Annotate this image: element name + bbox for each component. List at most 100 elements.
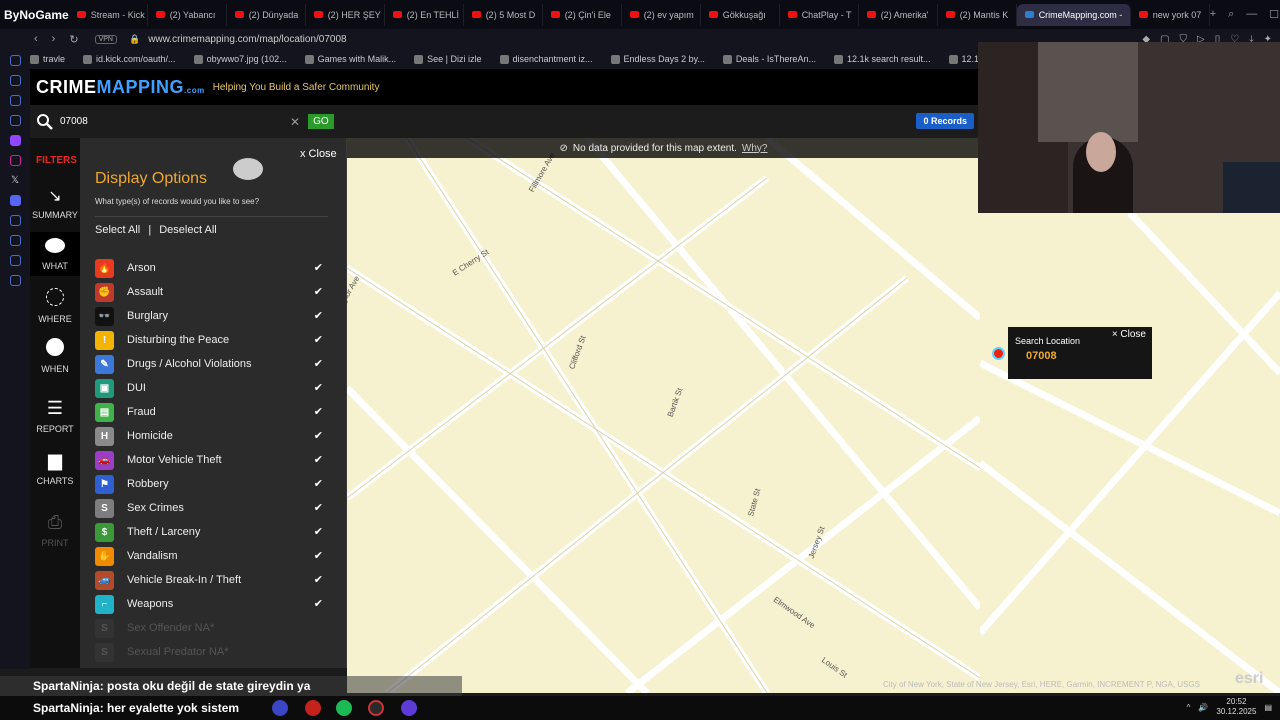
- dock-mail-icon[interactable]: [9, 115, 21, 126]
- forward-icon[interactable]: ›: [52, 33, 56, 46]
- nav-report[interactable]: ☰ REPORT: [30, 398, 80, 438]
- search-tabs-icon[interactable]: ⌕: [1228, 8, 1234, 21]
- tab[interactable]: (2) En TEHLİ: [385, 3, 464, 26]
- dock-instagram-icon[interactable]: [9, 155, 21, 166]
- category-item[interactable]: 👓 Burglary ✔: [95, 304, 328, 328]
- reload-icon[interactable]: ↻: [69, 33, 78, 46]
- category-item[interactable]: H Homicide ✔: [95, 424, 328, 448]
- go-button[interactable]: GO: [308, 114, 334, 129]
- close-panel-button[interactable]: x Close: [300, 148, 337, 160]
- checkmark-icon[interactable]: ✔: [314, 549, 323, 562]
- location-search-input[interactable]: [60, 116, 290, 127]
- nav-where[interactable]: WHERE: [30, 288, 80, 328]
- category-item[interactable]: ✎ Drugs / Alcohol Violations ✔: [95, 352, 328, 376]
- dock-history-icon[interactable]: [9, 215, 21, 226]
- category-item[interactable]: 🔥 Arson ✔: [95, 256, 328, 280]
- minimize-icon[interactable]: —: [1246, 8, 1257, 21]
- clear-search-icon[interactable]: ✕: [290, 115, 300, 129]
- checkmark-icon[interactable]: ✔: [314, 333, 323, 346]
- tab[interactable]: new york 07: [1131, 3, 1210, 26]
- dock-home-icon[interactable]: [9, 55, 21, 66]
- category-item[interactable]: S Sex Offender NA*: [95, 616, 328, 640]
- checkmark-icon[interactable]: ✔: [314, 381, 323, 394]
- checkmark-icon[interactable]: ✔: [314, 261, 323, 274]
- tab[interactable]: Gökkuşağı: [701, 3, 780, 26]
- checkmark-icon[interactable]: ✔: [314, 285, 323, 298]
- notification-icon[interactable]: ▤: [1264, 703, 1272, 712]
- records-count-button[interactable]: 0 Records: [916, 113, 974, 129]
- tab[interactable]: Stream - Kick: [69, 3, 148, 26]
- nav-print[interactable]: ⎙ PRINT: [30, 512, 80, 552]
- deselect-all-link[interactable]: Deselect All: [159, 224, 216, 236]
- category-item[interactable]: S Sexual Predator NA*: [95, 640, 328, 664]
- checkmark-icon[interactable]: ✔: [314, 573, 323, 586]
- category-item[interactable]: ✋ Vandalism ✔: [95, 544, 328, 568]
- speaker-icon[interactable]: 🔊: [1198, 703, 1208, 712]
- dock-discord-icon[interactable]: [9, 195, 21, 206]
- vpn-badge[interactable]: VPN: [94, 34, 117, 44]
- crime-map-right[interactable]: [980, 213, 1280, 693]
- tab[interactable]: (2) Yabancı: [148, 3, 227, 26]
- crime-map[interactable]: E Cherry StElm StPolk StTaylor AveFillmo…: [347, 138, 980, 693]
- tab[interactable]: (2) Mantis K: [938, 3, 1017, 26]
- bookmark-item[interactable]: obywwo7.jpg (102...: [193, 54, 287, 64]
- checkmark-icon[interactable]: ✔: [314, 309, 323, 322]
- url-field[interactable]: www.crimemapping.com/map/location/07008: [148, 34, 346, 45]
- checkmark-icon[interactable]: ✔: [314, 501, 323, 514]
- bookmark-item[interactable]: Games with Malik...: [304, 54, 396, 64]
- category-item[interactable]: 🚗 Motor Vehicle Theft ✔: [95, 448, 328, 472]
- chevron-up-icon[interactable]: ^: [1187, 703, 1191, 712]
- close-popup-button[interactable]: × Close: [1112, 329, 1146, 340]
- dock-messenger-icon[interactable]: [9, 95, 21, 106]
- clock[interactable]: 20:52 30.12.2025: [1216, 697, 1256, 717]
- checkmark-icon[interactable]: ✔: [314, 357, 323, 370]
- crimemapping-logo[interactable]: CRIMEMAPPING.com: [36, 77, 205, 98]
- bookmark-item[interactable]: 12.1k search result...: [833, 54, 931, 64]
- dock-x-icon[interactable]: 𝕏: [11, 175, 19, 186]
- tab[interactable]: (2) 5 Most D: [464, 3, 543, 26]
- dock-tabs-icon[interactable]: [9, 75, 21, 86]
- tab[interactable]: ChatPlay - T: [780, 3, 859, 26]
- bookmark-item[interactable]: See | Dizi izle: [414, 54, 482, 64]
- bookmark-item[interactable]: Deals - IsThereAn...: [722, 54, 816, 64]
- bookmark-item[interactable]: disenchantment iz...: [499, 54, 593, 64]
- tab[interactable]: (2) HER ŞEY: [306, 3, 385, 26]
- category-item[interactable]: ✊ Assault ✔: [95, 280, 328, 304]
- checkmark-icon[interactable]: ✔: [314, 525, 323, 538]
- dock-settings-icon[interactable]: [9, 275, 21, 286]
- new-tab-icon[interactable]: +: [1210, 8, 1216, 21]
- checkmark-icon[interactable]: ✔: [314, 477, 323, 490]
- checkmark-icon[interactable]: ✔: [314, 405, 323, 418]
- dock-clock-icon[interactable]: [9, 235, 21, 246]
- nav-summary[interactable]: ↘ SUMMARY: [30, 186, 80, 230]
- category-item[interactable]: 🚙 Vehicle Break-In / Theft ✔: [95, 568, 328, 592]
- nav-what[interactable]: WHAT: [30, 232, 80, 276]
- bookmark-item[interactable]: Endless Days 2 by...: [610, 54, 705, 64]
- lock-icon[interactable]: 🔒: [129, 34, 140, 45]
- category-item[interactable]: ⚑ Robbery ✔: [95, 472, 328, 496]
- checkmark-icon[interactable]: ✔: [314, 429, 323, 442]
- select-all-link[interactable]: Select All: [95, 224, 140, 236]
- tab[interactable]: (2) ev yapım: [622, 3, 701, 26]
- nav-when[interactable]: WHEN: [30, 338, 80, 378]
- why-link[interactable]: Why?: [742, 143, 768, 154]
- category-item[interactable]: ⌐ Weapons ✔: [95, 592, 328, 616]
- tab-active[interactable]: CrimeMapping.com -: [1016, 3, 1131, 26]
- checkmark-icon[interactable]: ✔: [314, 597, 323, 610]
- dock-puzzle-icon[interactable]: [9, 255, 21, 266]
- maximize-icon[interactable]: ☐: [1269, 8, 1279, 21]
- bookmark-item[interactable]: travle: [30, 54, 65, 64]
- bookmark-item[interactable]: id.kick.com/oauth/...: [83, 54, 176, 64]
- tab[interactable]: (2) Amerika': [859, 3, 938, 26]
- dock-twitch-icon[interactable]: [9, 135, 21, 146]
- checkmark-icon[interactable]: ✔: [314, 453, 323, 466]
- tab[interactable]: (2) Çin'i Ele: [543, 3, 622, 26]
- category-item[interactable]: ▣ DUI ✔: [95, 376, 328, 400]
- search-location-pin[interactable]: [992, 347, 1005, 360]
- back-icon[interactable]: ‹: [34, 33, 38, 46]
- nav-charts[interactable]: ▆ CHARTS: [30, 450, 80, 490]
- category-item[interactable]: $ Theft / Larceny ✔: [95, 520, 328, 544]
- tab[interactable]: (2) Dünyada: [227, 3, 306, 26]
- category-item[interactable]: ! Disturbing the Peace ✔: [95, 328, 328, 352]
- category-item[interactable]: S Sex Crimes ✔: [95, 496, 328, 520]
